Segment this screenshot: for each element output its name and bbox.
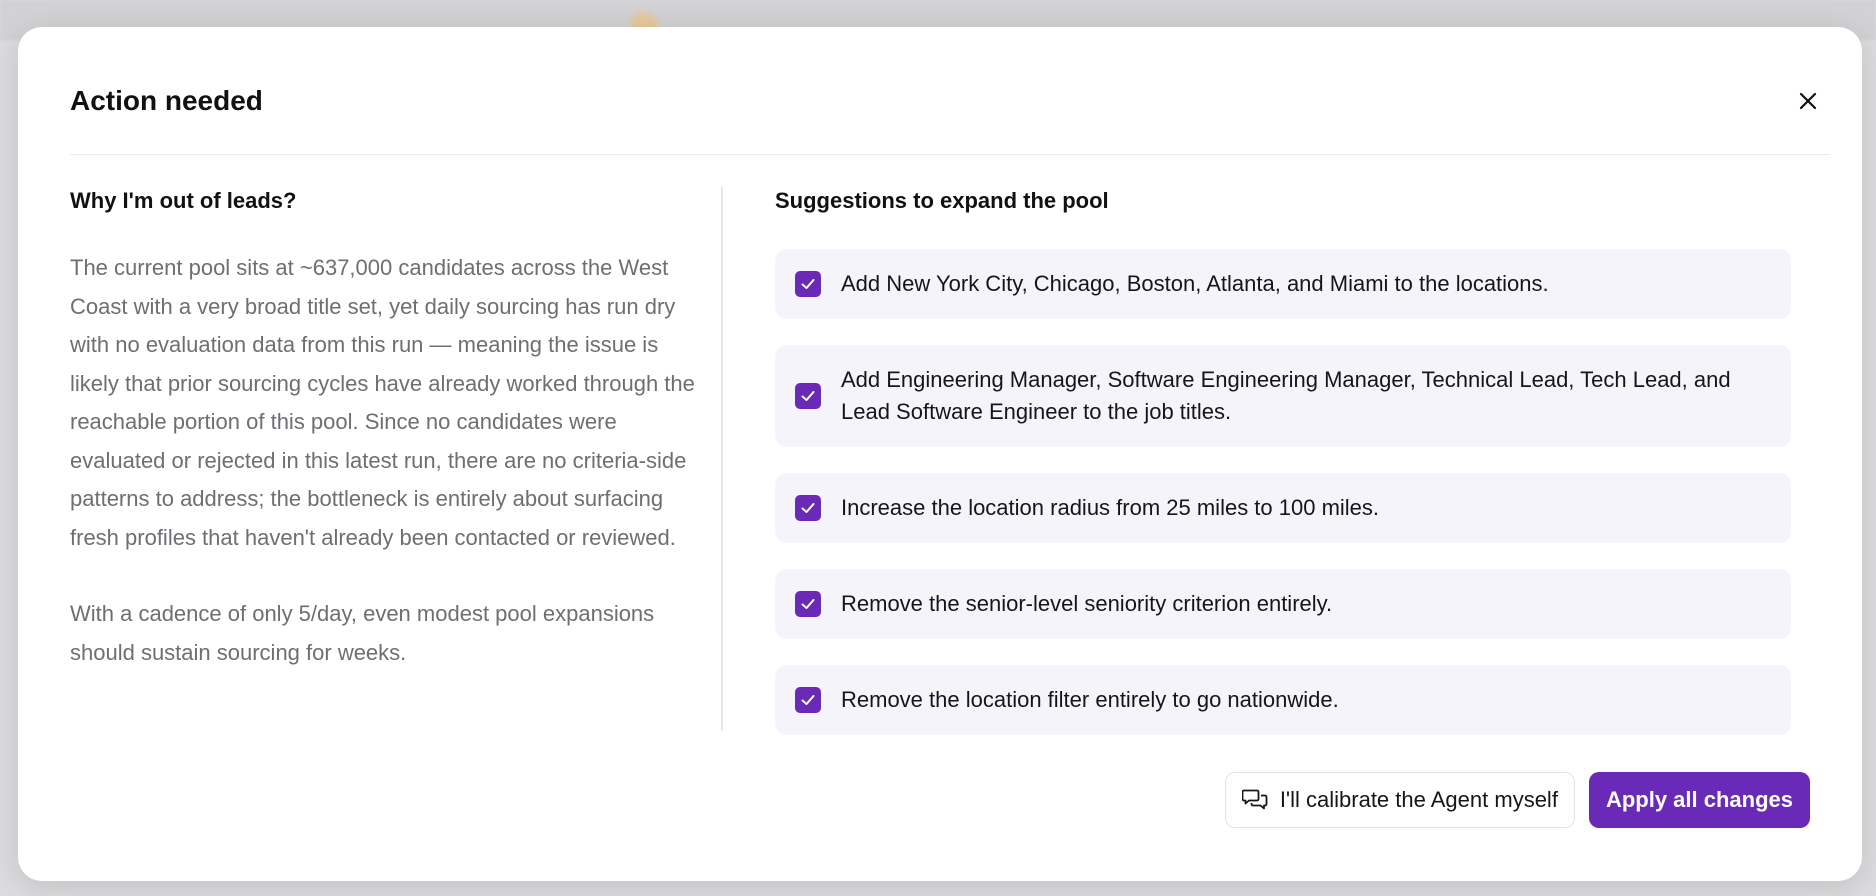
modal-header: Action needed xyxy=(70,27,1830,155)
suggestion-label: Increase the location radius from 25 mil… xyxy=(841,495,1380,520)
check-icon xyxy=(801,503,815,513)
suggestion-item[interactable]: Remove the senior-level seniority criter… xyxy=(775,569,1791,639)
suggestion-item[interactable]: Increase the location radius from 25 mil… xyxy=(775,473,1791,543)
suggestion-checkbox[interactable] xyxy=(795,383,821,409)
suggestions-list: Add New York City, Chicago, Boston, Atla… xyxy=(775,249,1791,735)
suggestion-label: Remove the location filter entirely to g… xyxy=(841,687,1339,712)
explanation-paragraph: The current pool sits at ~637,000 candid… xyxy=(70,255,695,550)
check-icon xyxy=(801,695,815,705)
check-icon xyxy=(801,599,815,609)
suggestions-section: Suggestions to expand the pool Add New Y… xyxy=(775,187,1791,761)
chat-bubbles-icon xyxy=(1241,789,1268,810)
modal-footer: I'll calibrate the Agent myself Apply al… xyxy=(1224,772,1810,828)
calibrate-myself-label: I'll calibrate the Agent myself xyxy=(1279,787,1558,812)
calibrate-myself-button[interactable]: I'll calibrate the Agent myself xyxy=(1224,772,1575,828)
apply-all-changes-button[interactable]: Apply all changes xyxy=(1588,772,1810,828)
action-needed-modal: Action needed Why I'm out of leads? The … xyxy=(18,27,1862,881)
check-icon xyxy=(801,391,815,401)
suggestion-checkbox[interactable] xyxy=(795,591,821,617)
close-button[interactable] xyxy=(1786,79,1830,123)
suggestion-label: Add New York City, Chicago, Boston, Atla… xyxy=(841,271,1549,296)
suggestion-checkbox[interactable] xyxy=(795,687,821,713)
explanation-section: Why I'm out of leads? The current pool s… xyxy=(70,187,695,672)
column-divider xyxy=(721,187,723,731)
explanation-paragraph: With a cadence of only 5/day, even modes… xyxy=(70,601,655,665)
suggestion-item[interactable]: Add New York City, Chicago, Boston, Atla… xyxy=(775,249,1791,319)
suggestion-label: Remove the senior-level seniority criter… xyxy=(841,591,1333,616)
suggestion-item[interactable]: Remove the location filter entirely to g… xyxy=(775,665,1791,735)
explanation-heading: Why I'm out of leads? xyxy=(70,188,297,213)
suggestion-checkbox[interactable] xyxy=(795,271,821,297)
modal-title: Action needed xyxy=(70,85,263,116)
close-icon xyxy=(1799,92,1817,110)
suggestion-label: Add Engineering Manager, Software Engine… xyxy=(841,367,1731,424)
suggestions-heading: Suggestions to expand the pool xyxy=(775,188,1109,213)
suggestion-checkbox[interactable] xyxy=(795,495,821,521)
suggestion-item[interactable]: Add Engineering Manager, Software Engine… xyxy=(775,345,1791,447)
check-icon xyxy=(801,279,815,289)
